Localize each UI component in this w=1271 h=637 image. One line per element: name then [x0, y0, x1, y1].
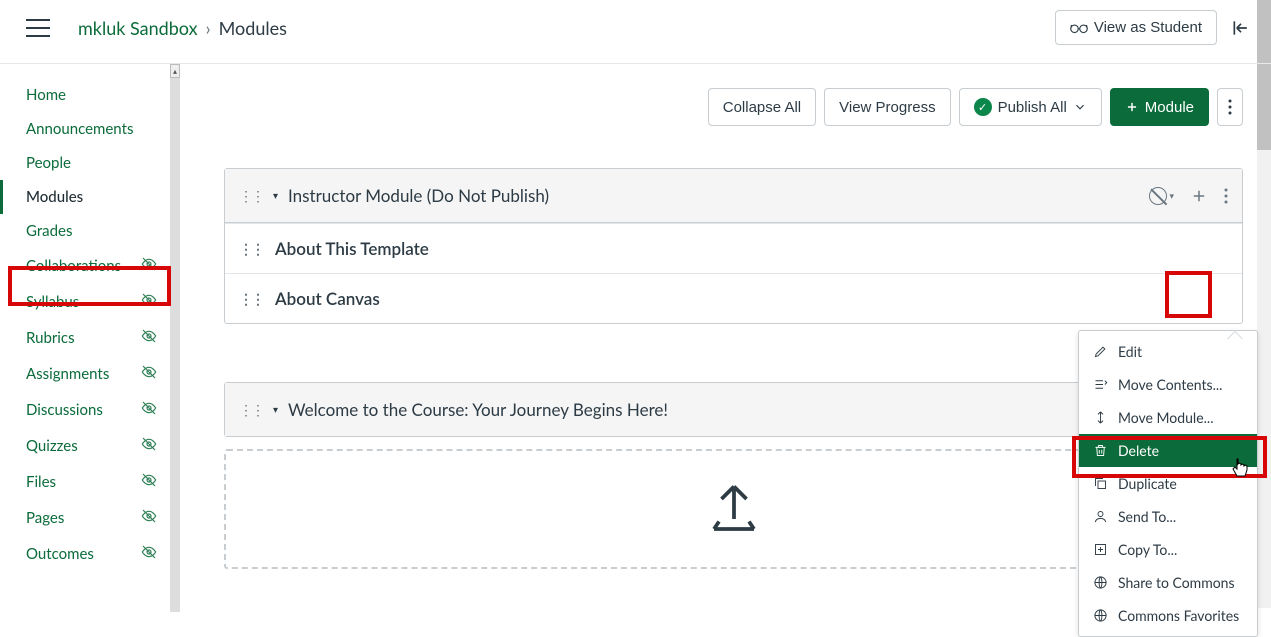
- menu-copy-to[interactable]: Copy To...: [1079, 533, 1257, 566]
- sidebar-item-outcomes[interactable]: Outcomes: [0, 536, 179, 572]
- sidebar-item-label: Files: [26, 473, 56, 491]
- menu-edit[interactable]: Edit: [1079, 335, 1257, 368]
- sidebar-item-home[interactable]: Home: [0, 78, 179, 112]
- sidebar-item-label: Quizzes: [26, 437, 78, 455]
- sidebar-item-label: Grades: [26, 222, 72, 240]
- unpublish-icon[interactable]: ▾: [1149, 187, 1174, 205]
- module-actions-row: Collapse All View Progress ✓ Publish All…: [224, 88, 1243, 126]
- hamburger-menu-icon[interactable]: [26, 19, 50, 37]
- sidebar-item-label: Outcomes: [26, 545, 94, 563]
- kebab-icon: [1228, 99, 1232, 115]
- sidebar-item-announcements[interactable]: Announcements: [0, 112, 179, 146]
- hidden-eye-icon: [141, 292, 157, 312]
- module-title: Instructor Module (Do Not Publish): [288, 185, 1139, 206]
- sidebar-item-label: Rubrics: [26, 329, 75, 347]
- topbar: mkluk Sandbox › Modules View as Student: [0, 0, 1271, 64]
- menu-move-contents[interactable]: Move Contents...: [1079, 368, 1257, 401]
- drag-handle-icon[interactable]: ⋮⋮: [239, 290, 263, 308]
- hidden-eye-icon: [141, 544, 157, 564]
- module-item[interactable]: ⋮⋮ About Canvas: [225, 273, 1242, 323]
- menu-move-module[interactable]: Move Module...: [1079, 401, 1257, 434]
- sidebar-item-discussions[interactable]: Discussions: [0, 392, 179, 428]
- hidden-eye-icon: [141, 436, 157, 456]
- breadcrumb: mkluk Sandbox › Modules: [78, 17, 287, 39]
- copy-to-icon: [1093, 542, 1108, 557]
- modules-options-button[interactable]: [1217, 88, 1243, 126]
- menu-duplicate[interactable]: Duplicate: [1079, 467, 1257, 500]
- sidebar-item-label: Syllabus: [26, 293, 79, 311]
- sidebar-item-assignments[interactable]: Assignments: [0, 356, 179, 392]
- menu-share-commons[interactable]: Share to Commons: [1079, 566, 1257, 599]
- collapse-caret-icon[interactable]: ▾: [273, 190, 278, 202]
- drag-handle-icon[interactable]: ⋮⋮: [239, 187, 263, 205]
- sidebar-item-pages[interactable]: Pages: [0, 500, 179, 536]
- sidebar-item-label: Discussions: [26, 401, 103, 419]
- user-icon: [1093, 509, 1108, 524]
- add-module-button[interactable]: Module: [1110, 88, 1209, 126]
- breadcrumb-course[interactable]: mkluk Sandbox: [78, 17, 198, 39]
- sidebar-item-rubrics[interactable]: Rubrics: [0, 320, 179, 356]
- sidebar-item-modules[interactable]: Modules: [0, 180, 179, 214]
- module-item[interactable]: ⋮⋮ About This Template: [225, 223, 1242, 273]
- upload-icon: [704, 479, 764, 539]
- module-card: ⋮⋮ ▾ Instructor Module (Do Not Publish) …: [224, 168, 1243, 324]
- glasses-icon: [1070, 22, 1088, 34]
- collapse-all-button[interactable]: Collapse All: [708, 88, 816, 126]
- chevron-down-icon: [1073, 100, 1087, 114]
- module-header: ⋮⋮ ▾ Instructor Module (Do Not Publish) …: [225, 169, 1242, 223]
- hidden-eye-icon: [141, 400, 157, 420]
- move-contents-icon: [1093, 377, 1108, 392]
- collapse-sidebar-icon[interactable]: [1231, 18, 1251, 38]
- add-item-icon[interactable]: [1190, 187, 1208, 205]
- sidebar-item-label: Collaborations: [26, 257, 121, 275]
- collapse-caret-icon[interactable]: ▾: [273, 404, 278, 416]
- module-context-menu: Edit Move Contents... Move Module... Del…: [1078, 330, 1258, 637]
- menu-send-to[interactable]: Send To...: [1079, 500, 1257, 533]
- view-as-student-button[interactable]: View as Student: [1055, 10, 1217, 45]
- check-circle-icon: ✓: [974, 98, 992, 116]
- sidebar-item-label: People: [26, 154, 71, 172]
- commons-fav-icon: [1093, 608, 1108, 623]
- sidebar-item-label: Pages: [26, 509, 64, 527]
- sidebar-item-quizzes[interactable]: Quizzes: [0, 428, 179, 464]
- module-menu-button[interactable]: [1224, 188, 1228, 204]
- trash-icon: [1093, 443, 1108, 458]
- commons-icon: [1093, 575, 1108, 590]
- sidebar-item-people[interactable]: People: [0, 146, 179, 180]
- hidden-eye-icon: [141, 328, 157, 348]
- move-module-icon: [1093, 410, 1108, 425]
- breadcrumb-page: Modules: [219, 17, 287, 39]
- publish-all-button[interactable]: ✓ Publish All: [959, 88, 1102, 126]
- hidden-eye-icon: [141, 508, 157, 528]
- pencil-icon: [1093, 344, 1108, 359]
- sidebar-item-grades[interactable]: Grades: [0, 214, 179, 248]
- hidden-eye-icon: [141, 256, 157, 276]
- breadcrumb-separator: ›: [206, 17, 211, 39]
- hidden-eye-icon: [141, 364, 157, 384]
- sidebar-item-label: Modules: [26, 188, 83, 206]
- plus-icon: [1125, 100, 1139, 114]
- drag-handle-icon[interactable]: ⋮⋮: [239, 240, 263, 258]
- course-sidebar: ▴ Home Announcements People Modules Grades Co…: [0, 64, 180, 612]
- view-progress-button[interactable]: View Progress: [824, 88, 950, 126]
- sidebar-scroll-up[interactable]: ▴: [170, 64, 180, 78]
- menu-commons-favorites[interactable]: Commons Favorites: [1079, 599, 1257, 632]
- sidebar-item-label: Home: [26, 86, 66, 104]
- sidebar-item-label: Announcements: [26, 120, 133, 138]
- module-item-title: About This Template: [275, 238, 429, 259]
- drag-handle-icon[interactable]: ⋮⋮: [239, 401, 263, 419]
- duplicate-icon: [1093, 476, 1108, 491]
- sidebar-item-files[interactable]: Files: [0, 464, 179, 500]
- sidebar-item-label: Assignments: [26, 365, 109, 383]
- hidden-eye-icon: [141, 472, 157, 492]
- menu-delete[interactable]: Delete: [1079, 434, 1257, 467]
- module-item-title: About Canvas: [275, 288, 380, 309]
- sidebar-item-collaborations[interactable]: Collaborations: [0, 248, 179, 284]
- sidebar-item-syllabus[interactable]: Syllabus: [0, 284, 179, 320]
